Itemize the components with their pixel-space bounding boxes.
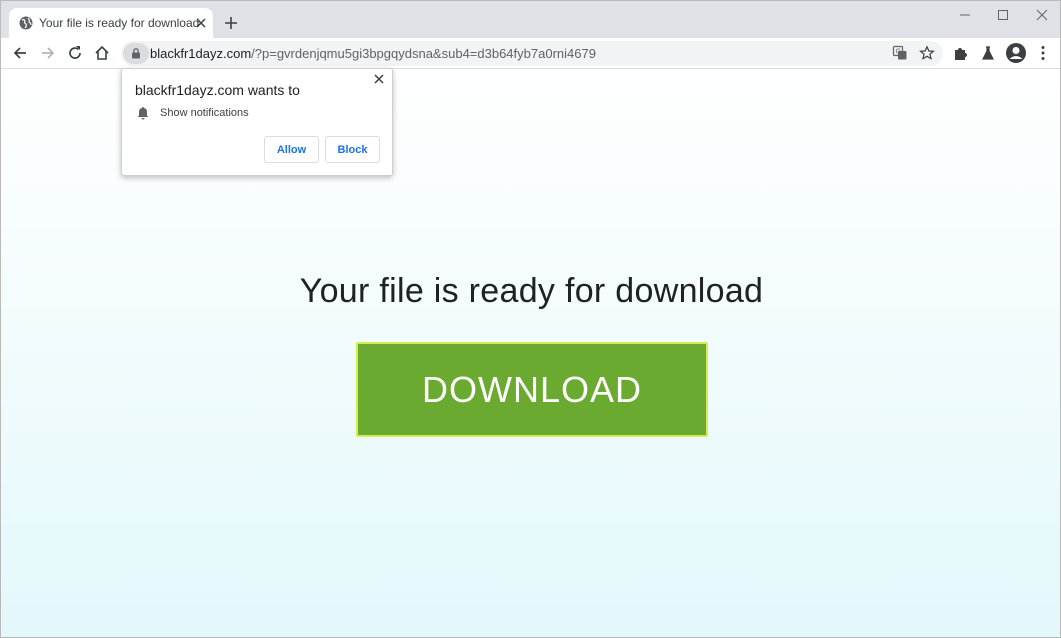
reload-icon[interactable] [66,44,84,62]
close-window-icon[interactable] [1034,7,1050,23]
close-icon[interactable] [373,73,385,85]
minimize-icon[interactable] [957,7,973,23]
popup-title: blackfr1dayz.com wants to [135,82,300,98]
profile-avatar-icon[interactable] [1005,42,1027,64]
back-arrow-icon[interactable] [11,44,29,62]
allow-button[interactable]: Allow [264,136,319,163]
tab-strip: Your file is ready for download [1,1,1060,38]
maximize-icon[interactable] [995,7,1011,23]
address-bar[interactable]: blackfr1dayz.com/?p=gvrdenjqmu5gi3bpgqyd… [121,41,943,66]
notification-permission-popup: blackfr1dayz.com wants to Show notificat… [121,68,393,176]
close-tab-icon[interactable] [193,15,209,31]
new-tab-icon[interactable] [222,14,240,32]
svg-text:G: G [896,48,901,56]
download-button[interactable]: DOWNLOAD [356,342,708,437]
browser-window: Your file is ready for download blackfr1… [0,0,1061,638]
browser-tab[interactable]: Your file is ready for download [9,8,213,38]
labs-flask-icon[interactable] [979,44,997,62]
url-path: /?p=gvrdenjqmu5gi3bpgqydsna&sub4=d3b64fy… [251,46,596,61]
bookmark-star-icon[interactable] [919,45,935,61]
home-icon[interactable] [93,44,111,62]
site-info-chip[interactable] [123,43,149,64]
page-headline: Your file is ready for download [299,272,764,310]
extensions-puzzle-icon[interactable] [952,44,970,62]
browser-toolbar: blackfr1dayz.com/?p=gvrdenjqmu5gi3bpgqyd… [1,38,1060,69]
url-host: blackfr1dayz.com [150,46,252,61]
block-button[interactable]: Block [325,136,380,163]
forward-arrow-icon[interactable] [39,44,57,62]
permission-label: Show notifications [160,107,249,119]
globe-icon [19,16,33,30]
bell-icon [137,107,149,120]
url-text: blackfr1dayz.com/?p=gvrdenjqmu5gi3bpgqyd… [150,46,596,61]
more-menu-icon[interactable] [1034,44,1052,62]
lock-icon [132,48,140,59]
translate-icon[interactable]: G [892,45,908,61]
tab-title: Your file is ready for download [39,16,200,30]
